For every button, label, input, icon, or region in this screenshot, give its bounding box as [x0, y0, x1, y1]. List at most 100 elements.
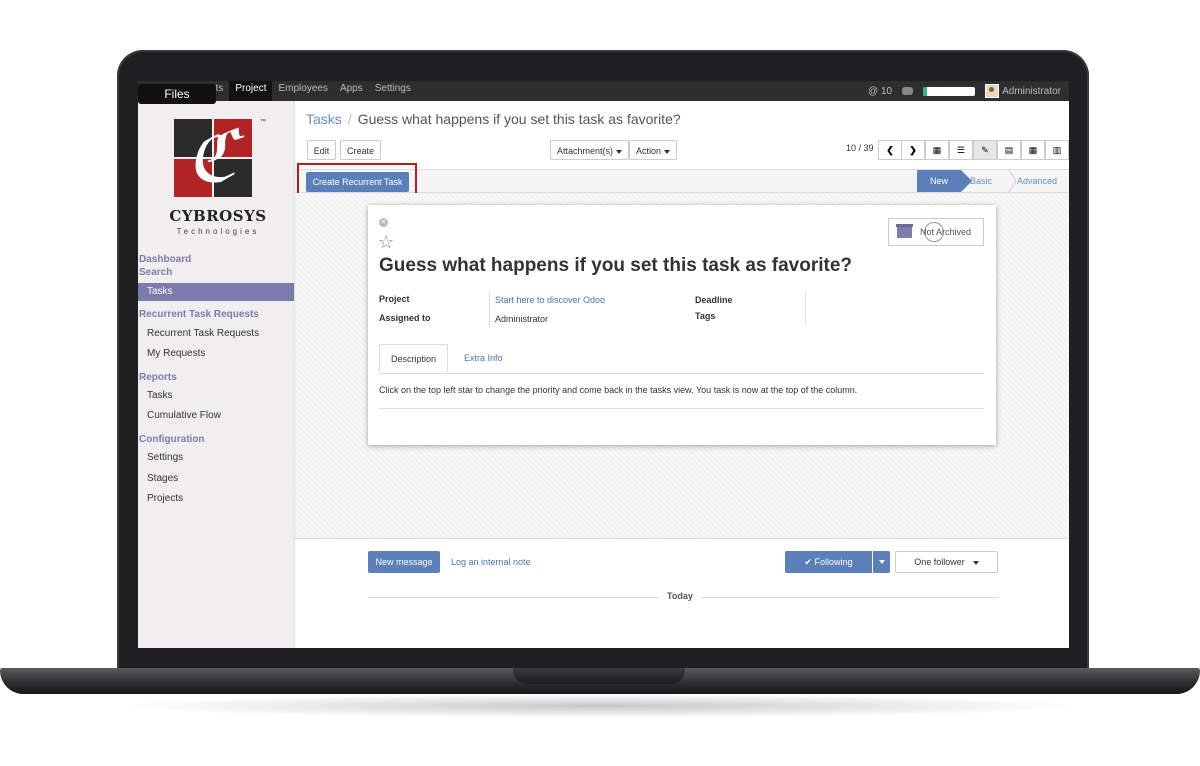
- attachments-dropdown[interactable]: Attachment(s): [550, 140, 629, 160]
- top-right: @ 10 Administrator: [868, 81, 1061, 101]
- tab-extra-info[interactable]: Extra Info: [453, 344, 514, 373]
- edit-button[interactable]: Edit: [307, 140, 336, 160]
- field-divider: [489, 309, 490, 327]
- sidebar-item-report-tasks[interactable]: Tasks: [138, 387, 294, 405]
- action-label: Action: [635, 146, 661, 156]
- bar-chart-icon: ▥: [1052, 144, 1062, 155]
- stage-separator-icon: [1008, 170, 1017, 192]
- sidebar-section-reports[interactable]: Reports: [139, 372, 177, 383]
- action-dropdown[interactable]: Action: [629, 140, 677, 160]
- logo-brand: CYBROSYS: [169, 207, 267, 225]
- following-dropdown-button[interactable]: [873, 551, 890, 573]
- sidebar-item-tasks[interactable]: Tasks: [138, 283, 294, 301]
- archive-box-icon: [896, 224, 913, 238]
- sidebar-item-settings[interactable]: Settings: [138, 449, 294, 467]
- view-form-button[interactable]: ✎: [973, 140, 997, 160]
- deadline-label: Deadline: [695, 295, 733, 305]
- description-text[interactable]: Click on the top left star to change the…: [379, 385, 857, 395]
- laptop-shadow: [120, 694, 1080, 718]
- sidebar-item-my-requests[interactable]: My Requests: [138, 345, 294, 363]
- sidebar-item-projects[interactable]: Projects: [138, 490, 294, 508]
- top-menu-settings[interactable]: Settings: [369, 81, 417, 101]
- table-icon: ▦: [1028, 144, 1038, 155]
- laptop-notch: [513, 668, 685, 684]
- top-menu: acts Project Employees Apps Settings: [199, 81, 417, 101]
- kanban-icon: ▦: [932, 144, 942, 155]
- stage-new[interactable]: New: [917, 170, 972, 192]
- form-sheet: ✕ ☆ Not Archived Guess what happens if y…: [368, 205, 996, 445]
- pager-previous-button[interactable]: ❮: [878, 140, 902, 160]
- close-circle-icon[interactable]: ✕: [379, 218, 388, 227]
- create-recurrent-task-button[interactable]: Create Recurrent Task: [306, 172, 409, 192]
- pager-value[interactable]: 10 / 39: [846, 143, 874, 153]
- sidebar-dashboard[interactable]: Dashboard: [139, 254, 191, 265]
- assigned-to-value[interactable]: Administrator: [495, 314, 548, 324]
- top-menu-employees[interactable]: Employees: [272, 81, 333, 101]
- chat-icon[interactable]: [902, 87, 914, 95]
- sidebar-item-recurrent-requests[interactable]: Recurrent Task Requests: [138, 325, 294, 343]
- field-divider: [805, 291, 806, 325]
- breadcrumb-separator: /: [347, 111, 352, 127]
- view-list-button[interactable]: ☰: [949, 140, 973, 160]
- logo-trademark: ™: [260, 119, 266, 125]
- calendar-icon: ▤: [1004, 144, 1014, 155]
- user-menu[interactable]: Administrator: [985, 84, 1061, 98]
- view-kanban-button[interactable]: ▦: [925, 140, 949, 160]
- caret-down-icon: [878, 560, 885, 564]
- chevron-left-icon: ❮: [886, 144, 894, 155]
- logo-c-letter: ℭ: [186, 114, 237, 198]
- edit-icon: ✎: [981, 144, 989, 155]
- followers-label: One follower: [914, 557, 965, 567]
- followers-dropdown[interactable]: One follower: [895, 551, 998, 573]
- form-tabs: Description Extra Info: [379, 344, 984, 374]
- project-label: Project: [379, 294, 410, 304]
- tab-description[interactable]: Description: [379, 344, 449, 373]
- screen: acts Project Employees Apps Settings @ 1…: [138, 81, 1069, 648]
- new-message-button[interactable]: New message: [368, 551, 440, 573]
- breadcrumb-current: Guess what happens if you set this task …: [357, 111, 681, 127]
- field-divider: [489, 291, 490, 309]
- progress-bar: [923, 86, 976, 96]
- archive-toggle-button[interactable]: Not Archived: [888, 218, 984, 246]
- files-tooltip: Files: [138, 84, 216, 104]
- sidebar-item-cumulative-flow[interactable]: Cumulative Flow: [138, 407, 294, 425]
- sidebar-item-stages[interactable]: Stages: [138, 470, 294, 488]
- mentions-counter[interactable]: @ 10: [868, 86, 892, 97]
- create-button[interactable]: Create: [340, 140, 381, 160]
- view-graph-button[interactable]: ▥: [1045, 140, 1069, 160]
- tags-label: Tags: [695, 311, 716, 321]
- caret-down-icon: [972, 560, 979, 565]
- log-internal-note-link[interactable]: Log an internal note: [451, 557, 531, 567]
- progress-fill: [923, 86, 928, 96]
- pager-next-button[interactable]: ❯: [901, 140, 925, 160]
- top-nav: acts Project Employees Apps Settings @ 1…: [138, 81, 1069, 101]
- stage-basic[interactable]: Basic: [970, 170, 992, 192]
- chevron-right-icon: ❯: [909, 144, 917, 155]
- task-title: Guess what happens if you set this task …: [379, 255, 853, 276]
- caret-down-icon: [616, 149, 623, 154]
- project-link[interactable]: Start here to discover Odoo: [495, 295, 605, 305]
- assigned-to-label: Assigned to: [379, 313, 431, 323]
- logo-subtitle: Technologies: [176, 227, 260, 236]
- status-bar: Create Recurrent Task New Basic Advanced: [295, 163, 1069, 195]
- top-menu-apps[interactable]: Apps: [334, 81, 369, 101]
- sidebar: ℭ ™ CYBROSYS Technologies Dashboard Sear…: [138, 101, 295, 648]
- sidebar-section-recurrent[interactable]: Recurrent Task Requests: [139, 309, 259, 320]
- company-logo: ℭ ™ CYBROSYS Technologies: [168, 114, 268, 242]
- view-calendar-button[interactable]: ▤: [997, 140, 1021, 160]
- avatar: [985, 84, 1000, 98]
- attachments-label: Attachment(s): [556, 146, 614, 156]
- breadcrumb-tasks-link[interactable]: Tasks: [306, 111, 342, 127]
- following-button[interactable]: ✔ Following: [785, 551, 872, 573]
- archive-status-label: Not Archived: [920, 227, 972, 237]
- user-name: Administrator: [1002, 85, 1061, 97]
- top-menu-project[interactable]: Project: [229, 81, 273, 101]
- today-label: Today: [659, 591, 701, 601]
- divider: [379, 408, 984, 409]
- list-icon: ☰: [956, 144, 966, 155]
- star-icon[interactable]: ☆: [378, 232, 394, 253]
- view-pivot-button[interactable]: ▦: [1021, 140, 1045, 160]
- sidebar-search[interactable]: Search: [139, 267, 172, 278]
- stage-advanced[interactable]: Advanced: [1017, 170, 1057, 192]
- sidebar-section-configuration[interactable]: Configuration: [139, 434, 205, 445]
